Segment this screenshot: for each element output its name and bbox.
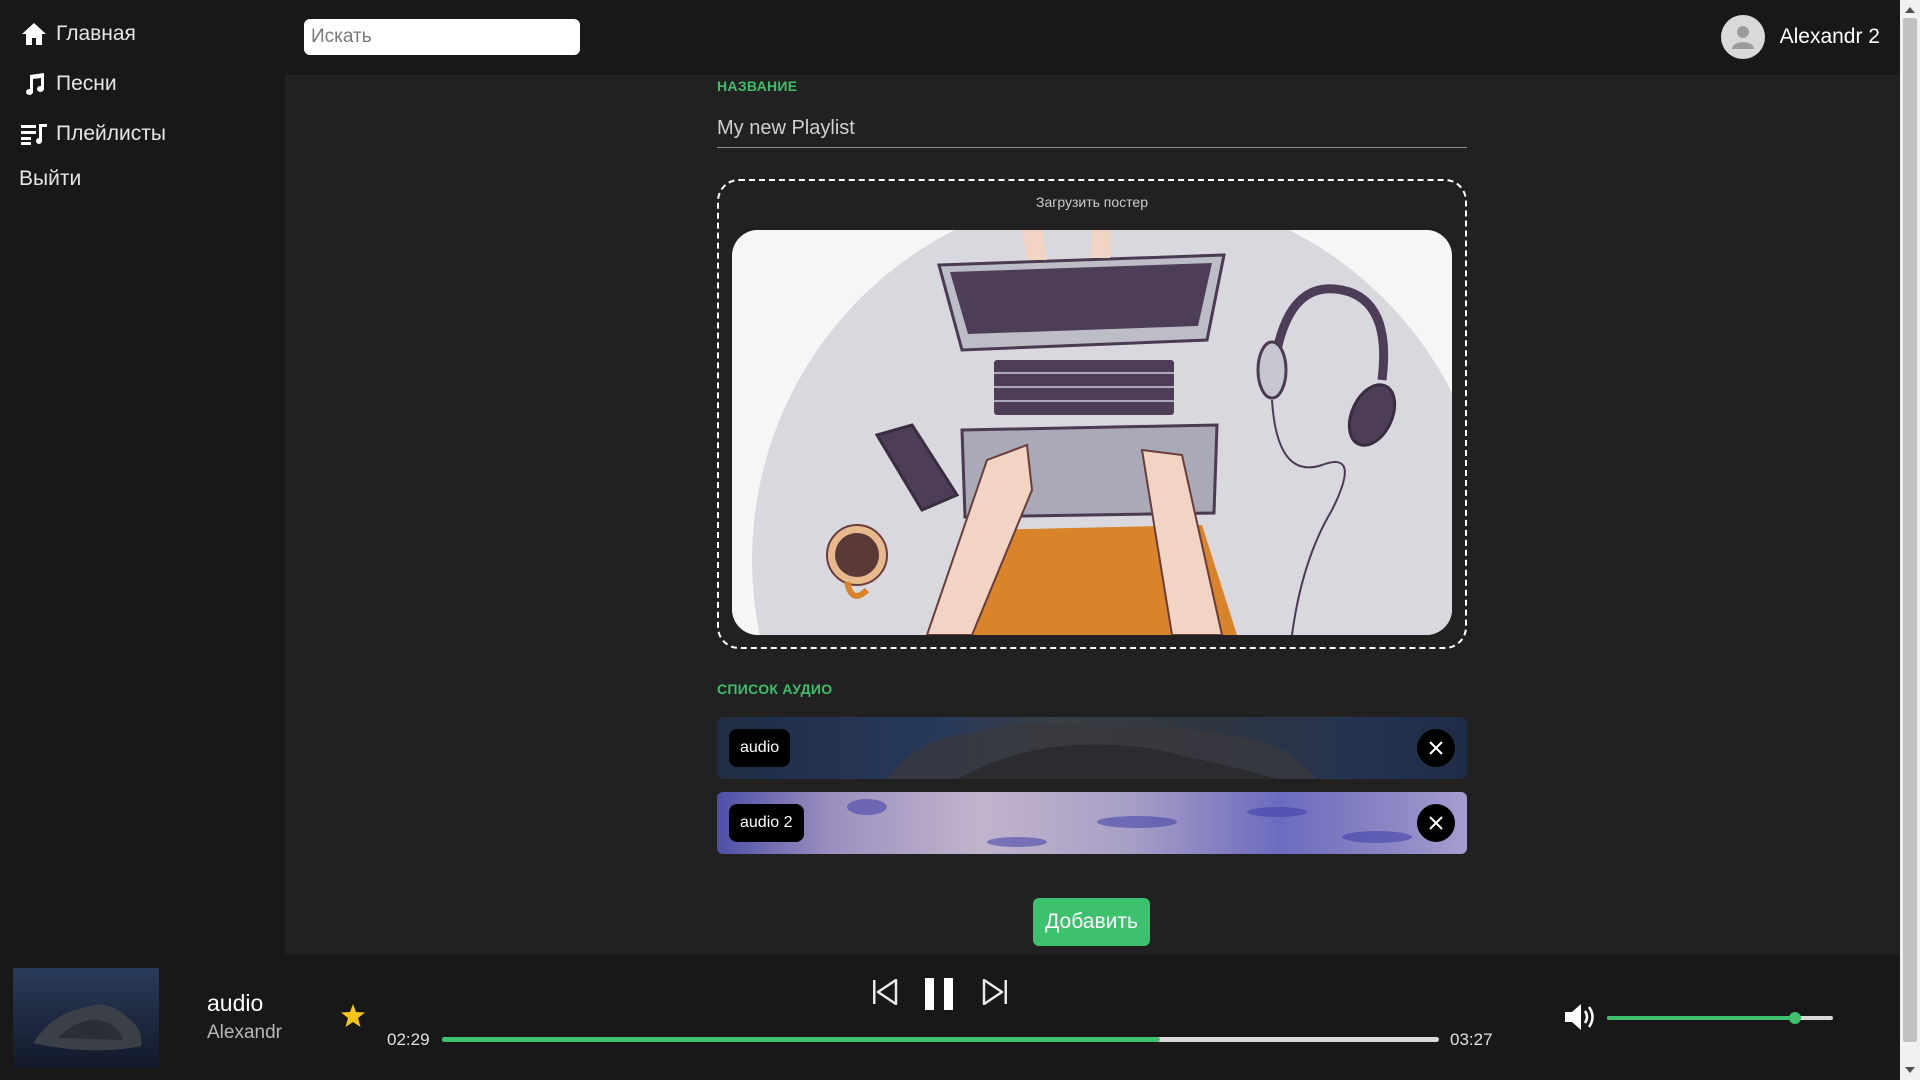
logout-link[interactable]: Выйти (19, 167, 81, 191)
sidebar-item-label: Плейлисты (56, 122, 166, 145)
poster-preview-image (732, 230, 1452, 635)
sidebar: Главная Песни Плейлисты Выйти (0, 0, 285, 955)
user-icon (1731, 26, 1754, 49)
audio-name-tag: audio 2 (729, 804, 804, 842)
remove-audio-button[interactable] (1417, 729, 1455, 767)
close-icon (1429, 741, 1443, 755)
progress-bar[interactable] (442, 1037, 1439, 1042)
audio-list-item: audio (717, 717, 1467, 779)
user-menu[interactable]: Alexandr 2 (1720, 15, 1880, 59)
audio-name-tag: audio (729, 729, 791, 767)
close-icon (1429, 816, 1443, 830)
remove-audio-button[interactable] (1417, 804, 1455, 842)
poster-upload-caption: Загрузить постер (1035, 194, 1148, 210)
sidebar-item-label: Песни (56, 72, 117, 95)
add-playlist-button[interactable]: Добавить (1033, 898, 1150, 946)
username: Alexandr 2 (1779, 25, 1880, 48)
pause-button[interactable] (924, 978, 954, 1015)
total-time: 03:27 (1450, 1030, 1493, 1049)
audio-list-label: СПИСОК АУДИО (717, 681, 833, 697)
skip-previous-icon (873, 978, 898, 1006)
page-scrollbar[interactable] (1900, 0, 1920, 1080)
current-time: 02:29 (387, 1030, 430, 1049)
audio-list-item: audio 2 (717, 792, 1467, 854)
audio-cover-background (847, 799, 1412, 847)
audio-cover-background (887, 723, 1317, 779)
scroll-down-arrow-icon[interactable] (1905, 1067, 1915, 1073)
avatar (1720, 15, 1765, 59)
audio-player: audio Alexandr 02:29 03:27 (0, 955, 1900, 1080)
previous-track-button[interactable] (872, 978, 898, 1010)
next-track-button[interactable] (982, 978, 1008, 1010)
volume-slider[interactable] (1607, 1012, 1833, 1024)
scroll-thumb[interactable] (1903, 18, 1917, 1042)
playlist-title-field[interactable] (717, 110, 1467, 148)
volume-icon[interactable] (1564, 1002, 1598, 1037)
music-note-icon (20, 70, 48, 98)
sidebar-item-label: Главная (56, 22, 136, 45)
playlist-icon (20, 120, 48, 148)
pause-icon (925, 978, 953, 1010)
title-label: НАЗВАНИЕ (717, 78, 798, 94)
top-bar: Alexandr 2 (285, 0, 1900, 75)
progress-fill (442, 1037, 1160, 1042)
volume-fill (1607, 1016, 1795, 1020)
sidebar-item-home[interactable]: Главная (20, 20, 136, 48)
track-artist: Alexandr (207, 1022, 282, 1043)
home-icon (20, 20, 48, 48)
track-title: audio (207, 990, 264, 1016)
track-cover (13, 968, 159, 1068)
skip-next-icon (982, 978, 1007, 1006)
poster-upload-dropzone[interactable]: Загрузить постер (717, 179, 1467, 649)
search-input[interactable] (304, 19, 580, 55)
scroll-up-arrow-icon[interactable] (1905, 7, 1915, 13)
volume-handle[interactable] (1788, 1012, 1801, 1024)
sidebar-item-songs[interactable]: Песни (20, 70, 117, 98)
sidebar-item-playlists[interactable]: Плейлисты (20, 120, 166, 148)
favorite-star-icon[interactable] (341, 1004, 365, 1032)
